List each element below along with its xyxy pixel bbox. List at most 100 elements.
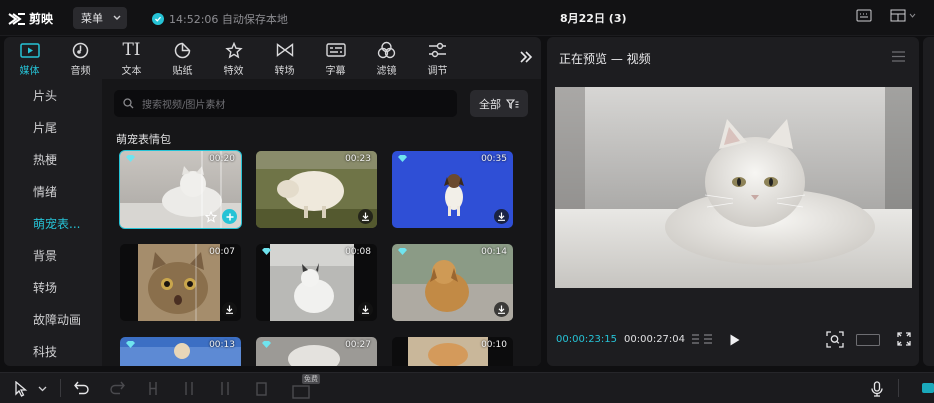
undo-icon[interactable]	[74, 381, 89, 395]
play-icon[interactable]	[729, 333, 741, 347]
tab-adjust-label: 调节	[427, 66, 448, 77]
split-right-icon[interactable]	[219, 381, 231, 396]
category-item[interactable]: 科技	[4, 335, 102, 366]
vip-diamond-icon	[126, 341, 135, 348]
audio-icon	[72, 42, 89, 58]
download-button[interactable]	[494, 302, 509, 317]
media-card[interactable]: 00:14	[392, 244, 513, 321]
filter-button[interactable]: 全部	[470, 90, 528, 117]
search-placeholder: 搜索视频/图片素材	[142, 100, 226, 111]
vip-diamond-icon	[398, 155, 407, 162]
subtitle-icon	[325, 43, 346, 57]
freeze-frame-icon[interactable]	[292, 385, 310, 399]
tab-transition[interactable]: 转场	[259, 37, 310, 79]
zoom-fit-icon[interactable]	[826, 331, 844, 348]
media-panel: 媒体 音频 TI 文本 贴纸 特效 转场 字幕 滤镜 调节 片头 片尾 热梗 情…	[4, 37, 541, 366]
tab-adjust[interactable]: 调节	[412, 37, 463, 79]
media-card[interactable]: 00:20	[119, 150, 242, 229]
media-icon	[19, 42, 40, 58]
tool-tabs: 媒体 音频 TI 文本 贴纸 特效 转场 字幕 滤镜 调节	[4, 37, 541, 79]
chevron-down-icon[interactable]	[38, 386, 47, 392]
redo-icon[interactable]	[110, 381, 125, 395]
media-duration: 00:13	[209, 340, 235, 350]
category-item[interactable]: 片头	[4, 79, 102, 111]
free-badge: 免费	[302, 374, 320, 384]
tab-audio[interactable]: 音频	[55, 37, 106, 79]
microphone-icon[interactable]	[871, 381, 883, 397]
video-preview[interactable]	[555, 87, 912, 288]
capcut-logo-icon	[8, 12, 25, 25]
media-card[interactable]: 00:08	[256, 244, 377, 321]
project-title[interactable]: 8月22日 (3)	[560, 10, 627, 26]
tab-text-label: 文本	[121, 66, 142, 77]
player-title: 正在预览 — 视频	[559, 52, 651, 66]
tab-sticker[interactable]: 贴纸	[157, 37, 208, 79]
category-item[interactable]: 转场	[4, 271, 102, 303]
media-library: 搜索视频/图片素材 全部 萌宠表情包 00:20 00:23 00:35 00:…	[102, 79, 541, 366]
media-card[interactable]: 00:35	[392, 151, 513, 228]
media-duration: 00:14	[481, 247, 507, 257]
media-card[interactable]: 00:10	[392, 337, 513, 366]
adjust-icon	[429, 42, 446, 58]
media-card[interactable]: 00:27	[256, 337, 377, 366]
vip-diamond-icon	[126, 155, 135, 162]
main-track-magnet-toggle[interactable]	[922, 383, 934, 393]
favorite-star-icon[interactable]	[205, 211, 217, 223]
timeline-frames-icon[interactable]	[691, 333, 713, 347]
shortcut-keyboard-icon[interactable]	[856, 9, 872, 22]
tab-subtitle-label: 字幕	[325, 66, 346, 77]
autosave-status: 14:52:06 自动保存本地	[152, 11, 288, 27]
check-circle-icon	[152, 13, 164, 25]
media-duration: 00:07	[209, 247, 235, 257]
split-icon[interactable]	[147, 381, 159, 396]
toolbar-divider	[898, 379, 899, 397]
delete-icon[interactable]	[255, 381, 268, 396]
effects-icon	[224, 41, 243, 58]
more-tabs-icon[interactable]	[519, 50, 533, 64]
split-left-icon[interactable]	[183, 381, 195, 396]
layout-icon[interactable]	[890, 9, 916, 22]
app-logo: 剪映	[8, 10, 53, 27]
tab-effects[interactable]: 特效	[208, 37, 259, 79]
media-duration: 00:27	[345, 340, 371, 350]
download-button[interactable]	[494, 209, 509, 224]
search-input[interactable]: 搜索视频/图片素材	[114, 90, 457, 117]
download-icon	[498, 212, 505, 221]
main-menu-label: 菜单	[81, 12, 103, 25]
autosave-text: 14:52:06 自动保存本地	[169, 13, 288, 26]
aspect-ratio-icon[interactable]	[856, 334, 880, 346]
media-card[interactable]: 00:23	[256, 151, 377, 228]
sticker-icon	[174, 42, 191, 58]
category-item[interactable]: 情绪	[4, 175, 102, 207]
category-item[interactable]: 片尾	[4, 111, 102, 143]
tab-transition-label: 转场	[274, 66, 295, 77]
download-button[interactable]	[358, 302, 373, 317]
tab-text[interactable]: TI 文本	[106, 37, 157, 79]
tab-filter[interactable]: 滤镜	[361, 37, 412, 79]
menu-icon[interactable]	[892, 51, 905, 62]
media-card[interactable]: 00:13	[120, 337, 241, 366]
tab-sticker-label: 贴纸	[172, 66, 193, 77]
media-duration: 00:35	[481, 154, 507, 164]
toolbar-divider	[60, 379, 61, 397]
category-item[interactable]: 热梗	[4, 143, 102, 175]
fullscreen-icon[interactable]	[897, 332, 911, 346]
filter-icon	[377, 41, 396, 59]
tab-media[interactable]: 媒体	[4, 37, 55, 79]
media-duration: 00:10	[481, 340, 507, 350]
add-to-track-button[interactable]	[222, 209, 237, 224]
tab-subtitle[interactable]: 字幕	[310, 37, 361, 79]
download-icon	[226, 305, 233, 314]
category-list: 片头 片尾 热梗 情绪 萌宠表... 背景 转场 故障动画 科技	[4, 79, 102, 366]
category-item-active[interactable]: 萌宠表...	[4, 207, 102, 239]
download-button[interactable]	[222, 302, 237, 317]
category-item[interactable]: 背景	[4, 239, 102, 271]
preview-frame-white-cat	[555, 87, 912, 288]
media-duration: 00:08	[345, 247, 371, 257]
media-card[interactable]: 00:07	[120, 244, 241, 321]
category-item[interactable]: 故障动画	[4, 303, 102, 335]
search-icon	[123, 98, 134, 109]
download-button[interactable]	[358, 209, 373, 224]
main-menu-button[interactable]: 菜单	[73, 7, 127, 29]
select-cursor-icon[interactable]	[14, 381, 28, 397]
